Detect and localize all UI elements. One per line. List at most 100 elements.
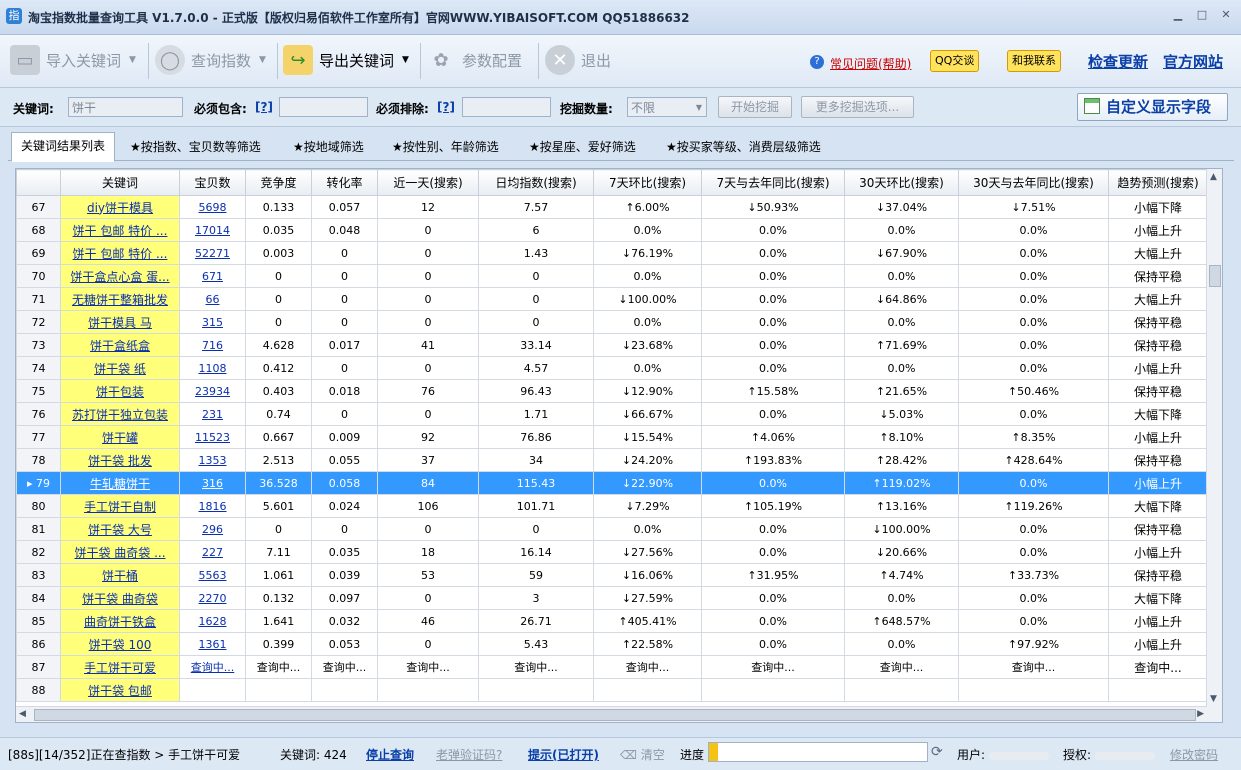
tab-filter-region[interactable]: ★按地域筛选 (293, 134, 364, 160)
table-row[interactable]: 73 饼干盒纸盒 716 4.628 0.017 41 33.14 ↓23.68% 0.0% ↑7… (16, 333, 1208, 357)
query-index-button[interactable]: ◯ 查询指数 ▼ (155, 43, 266, 77)
captcha-link[interactable]: 老弹验证码? (436, 746, 502, 763)
table-row[interactable]: 70 饼干盒点心盒 蛋... 671 0 0 0 0 0.0% 0.0% 0.0% 0.0% 保持平稳 (16, 264, 1208, 288)
keyword-cell[interactable]: 苏打饼干独立包装 (60, 402, 180, 426)
qq-chat-button[interactable]: QQ交谈 (930, 50, 980, 72)
keyword-cell[interactable]: 饼干 包邮 特价 ... (60, 218, 180, 242)
table-row[interactable]: 84 饼干袋 曲奇袋 2270 0.132 0.097 0 3 ↓27.59% 0.0% 0.0%… (16, 586, 1208, 610)
item-count-cell[interactable]: 315 (179, 310, 246, 334)
exclude-help-link[interactable]: [?] (437, 100, 455, 114)
table-row[interactable]: 81 饼干袋 大号 296 0 0 0 0 0.0% 0.0% ↓100.00% 0.0% 保持平稳 (16, 517, 1208, 541)
column-header[interactable]: 7天与去年同比(搜索) (701, 169, 845, 196)
item-count-cell[interactable]: 296 (179, 517, 246, 541)
keyword-cell[interactable]: 饼干包装 (60, 379, 180, 403)
vertical-scrollbar[interactable]: ▲ ▼ (1206, 169, 1222, 722)
table-row[interactable]: 77 饼干罐 11523 0.667 0.009 92 76.86 ↓15.54% ↑4.06%… (16, 425, 1208, 449)
clear-button[interactable]: ⌫ 清空 (620, 746, 665, 763)
table-row[interactable]: 80 手工饼干自制 1816 5.601 0.024 106 101.71 ↓7.29% ↑10… (16, 494, 1208, 518)
item-count-cell[interactable]: 2270 (179, 586, 246, 610)
item-count-cell[interactable]: 5563 (179, 563, 246, 587)
keyword-cell[interactable]: diy饼干模具 (60, 195, 180, 219)
item-count-cell[interactable]: 316 (179, 471, 246, 495)
official-site-link[interactable]: 官方网站 (1163, 51, 1223, 72)
keyword-cell[interactable]: 饼干桶 (60, 563, 180, 587)
custom-fields-button[interactable]: 自定义显示字段 (1077, 93, 1228, 121)
keyword-cell[interactable]: 饼干盒点心盒 蛋... (60, 264, 180, 288)
keyword-cell[interactable]: 饼干盒纸盒 (60, 333, 180, 357)
item-count-cell[interactable]: 1361 (179, 632, 246, 656)
maximize-icon[interactable]: □ (1195, 8, 1209, 22)
column-header[interactable]: 关键词 (60, 169, 180, 196)
scroll-down-icon[interactable]: ▼ (1210, 694, 1217, 704)
keyword-cell[interactable]: 饼干袋 批发 (60, 448, 180, 472)
contact-button[interactable]: 和我联系 (1007, 50, 1061, 72)
horizontal-scrollbar[interactable]: ◀ ▶ (16, 706, 1207, 722)
item-count-cell[interactable]: 23934 (179, 379, 246, 403)
table-row[interactable]: 69 饼干 包邮 特价 ... 52271 0.003 0 0 1.43 ↓76.19% 0.0… (16, 241, 1208, 265)
change-password-link[interactable]: 修改密码 (1170, 746, 1218, 763)
include-help-link[interactable]: [?] (255, 100, 273, 114)
item-count-cell[interactable]: 5698 (179, 195, 246, 219)
keyword-cell[interactable]: 饼干袋 曲奇袋 (60, 586, 180, 610)
must-include-input[interactable] (279, 97, 368, 117)
column-header[interactable]: 7天环比(搜索) (593, 169, 702, 196)
keyword-cell[interactable]: 饼干袋 曲奇袋 ... (60, 540, 180, 564)
table-row[interactable]: 78 饼干袋 批发 1353 2.513 0.055 37 34 ↓24.20% ↑193.83… (16, 448, 1208, 472)
dig-count-select[interactable]: 不限 ▼ (627, 97, 707, 117)
import-keywords-button[interactable]: ▭ 导入关键词 ▼ (10, 43, 136, 77)
tab-filter-index[interactable]: ★按指数、宝贝数等筛选 (130, 134, 261, 160)
item-count-cell[interactable]: 66 (179, 287, 246, 311)
item-count-cell[interactable]: 1353 (179, 448, 246, 472)
start-dig-button[interactable]: 开始挖掘 (718, 96, 792, 118)
table-row[interactable]: 86 饼干袋 100 1361 0.399 0.053 0 5.43 ↑22.58% 0.0% 0… (16, 632, 1208, 656)
keyword-cell[interactable]: 手工饼干可爱 (60, 655, 180, 679)
keyword-cell[interactable]: 饼干袋 100 (60, 632, 180, 656)
column-header[interactable]: 趋势预测(搜索) (1108, 169, 1208, 196)
row-number-header[interactable] (16, 169, 61, 196)
refresh-icon[interactable]: ⟳ (931, 744, 943, 760)
keyword-cell[interactable]: 饼干袋 纸 (60, 356, 180, 380)
column-header[interactable]: 30天与去年同比(搜索) (958, 169, 1109, 196)
table-row[interactable]: 85 曲奇饼干铁盒 1628 1.641 0.032 46 26.71 ↑405.41% 0.0… (16, 609, 1208, 633)
table-row[interactable]: 82 饼干袋 曲奇袋 ... 227 7.11 0.035 18 16.14 ↓27.56% 0… (16, 540, 1208, 564)
column-header[interactable]: 30天环比(搜索) (844, 169, 959, 196)
keyword-cell[interactable]: 无糖饼干整箱批发 (60, 287, 180, 311)
scroll-up-icon[interactable]: ▲ (1210, 172, 1217, 182)
item-count-cell[interactable]: 227 (179, 540, 246, 564)
table-row[interactable]: 75 饼干包装 23934 0.403 0.018 76 96.43 ↓12.90% ↑15.5… (16, 379, 1208, 403)
close-icon[interactable]: ✕ (1219, 8, 1233, 22)
keyword-input[interactable]: 饼干 (68, 97, 183, 117)
table-row[interactable]: 67 diy饼干模具 5698 0.133 0.057 12 7.57 ↑6.00% ↓50.9… (16, 195, 1208, 219)
table-row[interactable]: ▸ 79 牛轧糖饼干 316 36.528 0.058 84 115.43 ↓22.90% 0.… (16, 471, 1208, 495)
keyword-cell[interactable]: 饼干模具 马 (60, 310, 180, 334)
export-keywords-button[interactable]: ↪ 导出关键词 ▼ (283, 43, 409, 77)
item-count-cell[interactable] (179, 678, 246, 702)
more-options-button[interactable]: 更多挖掘选项... (801, 96, 914, 118)
table-row[interactable]: 72 饼干模具 马 315 0 0 0 0 0.0% 0.0% 0.0% 0.0% 保持平稳 (16, 310, 1208, 334)
keyword-cell[interactable]: 牛轧糖饼干 (60, 471, 180, 495)
table-row[interactable]: 74 饼干袋 纸 1108 0.412 0 0 4.57 0.0% 0.0% 0.0% 0.0% 小幅… (16, 356, 1208, 380)
item-count-cell[interactable]: 52271 (179, 241, 246, 265)
must-exclude-input[interactable] (462, 97, 551, 117)
item-count-cell[interactable]: 1628 (179, 609, 246, 633)
keyword-cell[interactable]: 曲奇饼干铁盒 (60, 609, 180, 633)
column-header[interactable]: 近一天(搜索) (377, 169, 479, 196)
item-count-cell[interactable]: 716 (179, 333, 246, 357)
item-count-cell[interactable]: 671 (179, 264, 246, 288)
keyword-cell[interactable]: 手工饼干自制 (60, 494, 180, 518)
faq-link[interactable]: 常见问题(帮助) (830, 55, 911, 72)
column-header[interactable]: 宝贝数 (179, 169, 246, 196)
table-row[interactable]: 71 无糖饼干整箱批发 66 0 0 0 0 ↓100.00% 0.0% ↓64.86% 0.0% 大… (16, 287, 1208, 311)
tab-keyword-results[interactable]: 关键词结果列表 (11, 132, 116, 162)
table-row[interactable]: 83 饼干桶 5563 1.061 0.039 53 59 ↓16.06% ↑31.95% ↑4.… (16, 563, 1208, 587)
item-count-cell[interactable]: 11523 (179, 425, 246, 449)
item-count-cell[interactable]: 17014 (179, 218, 246, 242)
horizontal-scroll-thumb[interactable] (34, 709, 1196, 721)
table-row[interactable]: 88 饼干袋 包邮 (16, 678, 1208, 702)
item-count-cell[interactable]: 1108 (179, 356, 246, 380)
table-row[interactable]: 76 苏打饼干独立包装 231 0.74 0 0 1.71 ↓66.67% 0.0% ↓5.03%… (16, 402, 1208, 426)
item-count-cell[interactable]: 231 (179, 402, 246, 426)
scroll-right-icon[interactable]: ▶ (1197, 709, 1204, 719)
table-row[interactable]: 87 手工饼干可爱 查询中... 查询中... 查询中... 查询中... 查询中... 查询… (16, 655, 1208, 679)
minimize-icon[interactable]: ▁ (1171, 8, 1185, 22)
